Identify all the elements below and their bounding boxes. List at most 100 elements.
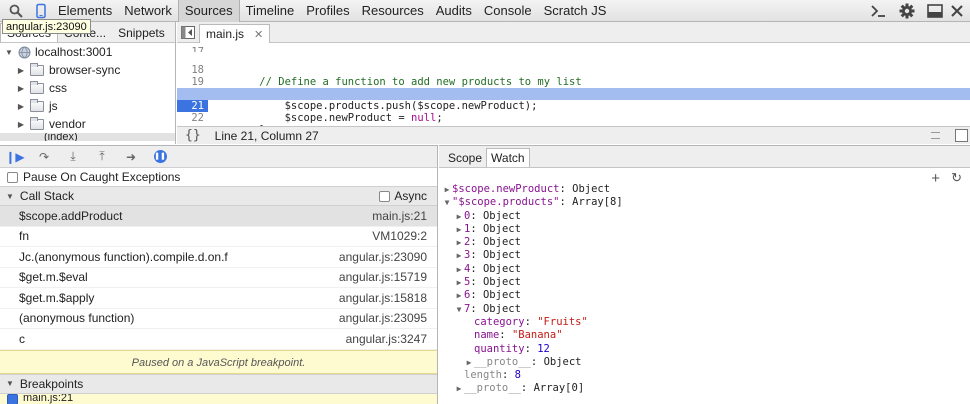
expand-down-icon: ▼ — [6, 191, 14, 201]
array-value: Object — [482, 236, 521, 249]
code-text: $scope.newProduct = null; — [234, 112, 443, 124]
tree-folder-css[interactable]: ▶ css — [0, 79, 175, 97]
tree-folder-browser-sync[interactable]: ▶ browser-sync — [0, 61, 175, 79]
expand-right-icon: ▶ — [444, 185, 450, 194]
watch-expression[interactable]: ▼ "$scope.products": Array[8] — [442, 196, 970, 209]
call-frame[interactable]: $scope.addProduct main.js:21 — [0, 206, 437, 227]
tab-sources[interactable]: Sources — [177, 0, 240, 22]
breakpoint-item[interactable]: main.js:21 — [0, 393, 437, 404]
pause-caught-checkbox[interactable] — [7, 171, 18, 183]
expand-right-icon: ▶ — [17, 65, 25, 75]
resume-icon[interactable]: ❙▶ — [5, 149, 24, 165]
array-item[interactable]: ▶ 4: Object — [442, 263, 970, 276]
search-icon[interactable] — [8, 3, 24, 19]
tab-network[interactable]: Network — [118, 0, 178, 22]
tree-root[interactable]: ▼ localhost:3001 — [0, 43, 175, 61]
tooltip: angular.js:23090 — [2, 19, 91, 34]
close-devtools-icon[interactable] — [949, 3, 965, 19]
tab-audits[interactable]: Audits — [430, 0, 478, 22]
line-number[interactable]: 22 — [177, 112, 204, 124]
async-checkbox[interactable] — [379, 190, 391, 202]
array-item[interactable]: ▶ 6: Object — [442, 289, 970, 302]
tree-folder-vendor[interactable]: ▶ vendor — [0, 115, 175, 133]
toggle-navigator-icon[interactable] — [181, 26, 195, 39]
property-key: __proto__ — [464, 382, 521, 395]
code-line: 20 $scope.products.push($scope.newProduc… — [177, 76, 970, 112]
array-index: 4 — [464, 262, 471, 275]
debugger-sidebar: ❙▶ ↷ ⤓ ⤒ ➜ ❚❚ Pause On Caught Exceptions… — [0, 145, 438, 404]
tab-console[interactable]: Console — [478, 0, 538, 22]
tree-folder-label: css — [49, 81, 67, 95]
tree-item-index[interactable]: (index) — [0, 133, 175, 141]
expand-right-icon: ▶ — [456, 384, 462, 394]
async-toggle[interactable]: Async — [379, 189, 427, 203]
breakpoints-header[interactable]: ▼ Breakpoints — [0, 373, 437, 394]
folder-icon — [30, 116, 44, 130]
editor-tabs: main.js ✕ — [177, 22, 970, 43]
array-item-expanded[interactable]: ▼ 7: Object — [442, 303, 970, 316]
frame-location[interactable]: main.js:21 — [372, 209, 427, 223]
async-label: Async — [394, 189, 427, 203]
property-key: quantity — [474, 342, 525, 355]
property-key: __proto__ — [474, 355, 531, 368]
expand-right-icon: ▶ — [456, 211, 462, 221]
settings-gear-icon[interactable] — [899, 3, 915, 19]
step-into-icon[interactable]: ⤓ — [64, 149, 82, 165]
expand-down-icon: ▼ — [444, 198, 450, 208]
pause-caught-row[interactable]: Pause On Caught Exceptions — [0, 168, 437, 186]
folder-icon — [30, 98, 44, 112]
pause-on-exceptions-icon[interactable]: ❚❚ — [151, 149, 169, 165]
tab-scratch-js[interactable]: Scratch JS — [538, 0, 613, 22]
tab-watch[interactable]: Watch — [486, 148, 530, 167]
tab-profiles[interactable]: Profiles — [300, 0, 355, 22]
array-value: Object — [482, 302, 521, 315]
deactivate-breakpoints-icon[interactable]: ➜ — [122, 149, 140, 165]
resize-handle-icon[interactable] — [931, 132, 940, 139]
tree-folder-label: js — [49, 99, 58, 113]
code-area[interactable]: 17 18 // Define a function to add new pr… — [177, 43, 970, 136]
tab-resources[interactable]: Resources — [356, 0, 430, 22]
tree-folder-js[interactable]: ▶ js — [0, 97, 175, 115]
call-frame[interactable]: c angular.js:3247 — [0, 329, 437, 350]
watch-expr-name: $scope.newProduct — [452, 183, 560, 195]
dock-side-icon[interactable] — [927, 3, 943, 19]
array-item[interactable]: ▶ 2: Object — [442, 236, 970, 249]
frame-location[interactable]: angular.js:3247 — [346, 332, 427, 346]
breakpoint-checkbox[interactable] — [7, 393, 18, 404]
call-frame[interactable]: Jc.(anonymous function).compile.d.on.f a… — [0, 247, 437, 268]
frame-location[interactable]: angular.js:15719 — [339, 270, 427, 284]
toggle-debugger-icon[interactable] — [955, 129, 968, 142]
array-item[interactable]: ▶ 0: Object — [442, 210, 970, 223]
step-out-icon[interactable]: ⤒ — [93, 149, 111, 165]
frame-location[interactable]: angular.js:23090 — [339, 250, 427, 264]
step-over-icon[interactable]: ↷ — [35, 149, 53, 165]
drawer-console-icon[interactable] — [870, 3, 886, 19]
frame-location[interactable]: angular.js:15818 — [339, 291, 427, 305]
expand-right-icon: ▶ — [17, 119, 25, 129]
call-frame[interactable]: (anonymous function) angular.js:23095 — [0, 309, 437, 329]
call-stack-header[interactable]: ▼ Call Stack Async — [0, 186, 437, 206]
call-frame[interactable]: $get.m.$eval angular.js:15719 — [0, 268, 437, 288]
device-mode-icon[interactable] — [33, 3, 49, 19]
call-frame[interactable]: $get.m.$apply angular.js:15818 — [0, 288, 437, 309]
watch-expression[interactable]: ▶ $scope.newProduct: Object — [442, 183, 970, 196]
array-value: Object — [482, 262, 521, 275]
array-index: 6 — [464, 289, 471, 302]
array-item[interactable]: ▶ 5: Object — [442, 276, 970, 289]
navigator-tab-snippets[interactable]: Snippets — [112, 24, 171, 42]
pretty-print-icon[interactable]: {} — [185, 128, 201, 143]
array-item[interactable]: ▶ 3: Object — [442, 249, 970, 262]
frame-location[interactable]: angular.js:23095 — [339, 311, 427, 325]
property-value: Array[0] — [533, 382, 585, 395]
object-proto[interactable]: ▶ __proto__: Object — [442, 356, 970, 369]
tab-timeline[interactable]: Timeline — [240, 0, 301, 22]
frame-location[interactable]: VM1029:2 — [372, 229, 427, 243]
devtools-toolbar: Elements Network Sources Timeline Profil… — [0, 0, 970, 22]
call-frame[interactable]: fn VM1029:2 — [0, 227, 437, 247]
array-proto[interactable]: ▶ __proto__: Array[0] — [442, 382, 970, 395]
close-tab-icon[interactable]: ✕ — [254, 28, 263, 41]
file-tab-main-js[interactable]: main.js ✕ — [199, 24, 271, 43]
object-property: name: "Banana" — [474, 329, 563, 342]
tab-scope[interactable]: Scope — [444, 149, 486, 167]
array-item[interactable]: ▶ 1: Object — [442, 223, 970, 236]
